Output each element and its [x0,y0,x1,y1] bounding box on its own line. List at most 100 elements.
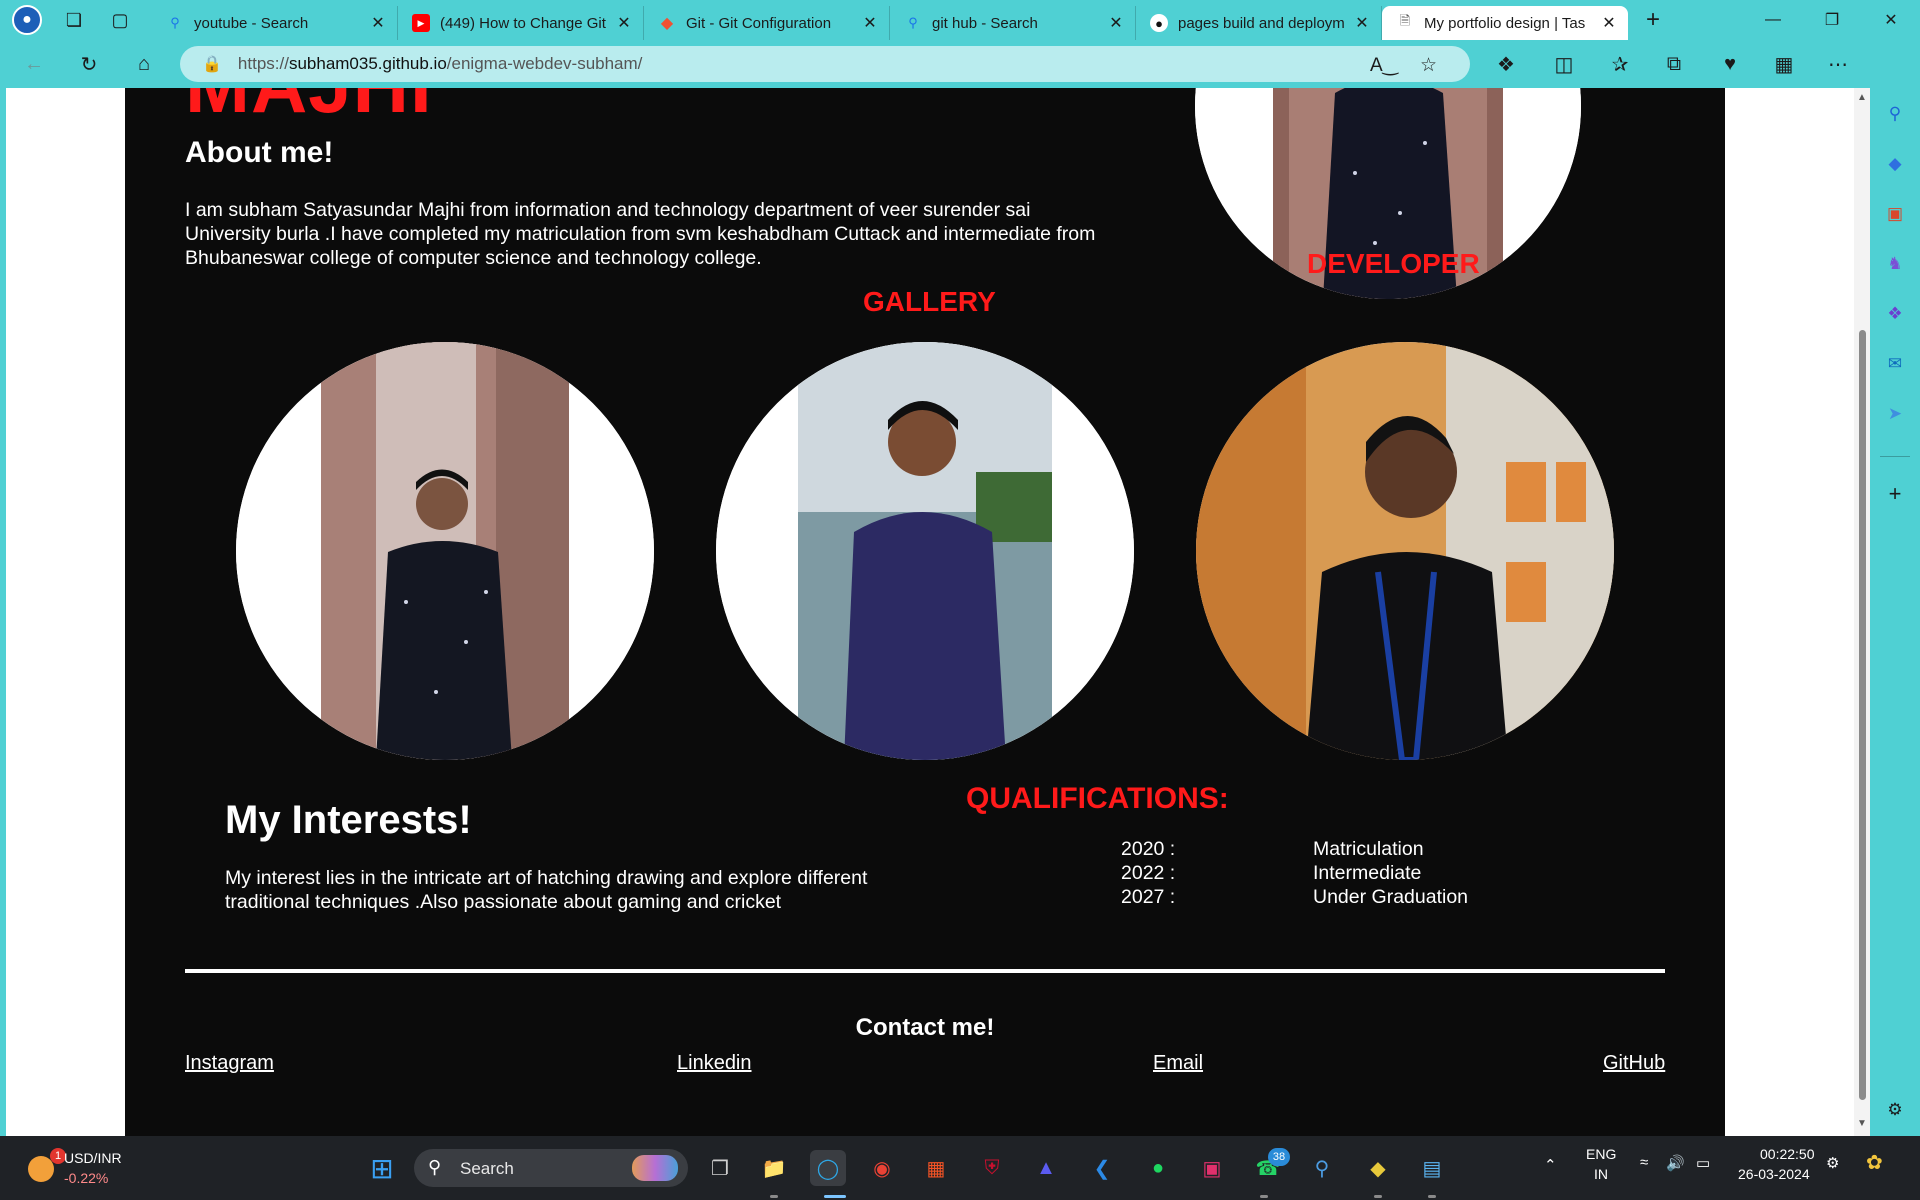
tab-actions-icon[interactable]: ▢ [106,6,134,34]
microsoft-store-icon[interactable]: ▦ [918,1150,954,1186]
task-view-icon[interactable]: ❐ [702,1150,738,1186]
tab-portfolio[interactable]: 🗎 My portfolio design | Tas ✕ [1382,6,1628,40]
outlook-icon[interactable]: ✉ [1883,352,1907,376]
scroll-up-arrow-icon[interactable]: ▲ [1856,92,1868,103]
tools-icon[interactable]: ▣ [1883,202,1907,226]
close-icon[interactable]: ✕ [615,13,633,33]
chevron-up-icon[interactable]: ⌃ [1544,1156,1557,1174]
tab-git-config[interactable]: ◆ Git - Git Configuration ✕ [644,6,890,40]
about-title: About me! [185,136,334,169]
language-line1[interactable]: ENG [1586,1146,1616,1162]
workspaces-icon[interactable]: ❏ [60,6,88,34]
close-icon[interactable]: ✕ [369,13,387,33]
github-link[interactable]: GitHub [1603,1052,1665,1075]
search-app-icon[interactable]: ⚲ [1304,1150,1340,1186]
favorites-icon[interactable]: ✰ [1606,50,1634,78]
vertical-scrollbar[interactable]: ▲ ▼ [1854,88,1870,1136]
games-icon[interactable]: ♞ [1883,252,1907,276]
notification-bell-icon[interactable]: ⚙ [1826,1154,1839,1172]
currency-widget[interactable]: 1 USD/INR -0.22% [22,1146,172,1190]
clock-time[interactable]: 00:22:50 [1760,1146,1815,1162]
navigation-bar: ← ↻ ⌂ 🔒 https://subham035.github.io/enig… [0,40,1920,88]
app-indicator [1374,1195,1382,1198]
battery-icon[interactable]: ▭ [1696,1154,1710,1172]
portfolio-page: MAJHI About me! I am subham Satyasundar … [125,88,1725,1136]
tab-youtube-search[interactable]: ⚲ youtube - Search ✕ [152,6,398,40]
search-icon[interactable]: ⚲ [1883,102,1907,126]
volume-icon[interactable]: 🔊 [1666,1154,1685,1172]
linkedin-link[interactable]: Linkedin [677,1052,752,1075]
copilot-taskbar-icon[interactable]: ✿ [1866,1150,1883,1175]
back-arrow-icon[interactable]: ← [20,50,48,78]
refresh-icon[interactable]: ↻ [75,50,103,78]
instagram-icon[interactable]: ▣ [1194,1150,1230,1186]
close-icon[interactable]: ✕ [1107,13,1125,33]
tab-title: pages build and deploym [1178,14,1345,32]
m-app-icon[interactable]: ▲ [1028,1150,1064,1186]
file-explorer-icon[interactable]: 📁 [756,1150,792,1186]
active-app-indicator [824,1195,846,1198]
clock-date[interactable]: 26-03-2024 [1738,1166,1810,1182]
tab-pages-build[interactable]: ● pages build and deploym ✕ [1136,6,1382,40]
mcafee-icon[interactable]: ⛨ [974,1150,1010,1186]
new-tab-button[interactable]: + [1638,5,1668,35]
address-bar[interactable]: 🔒 https://subham035.github.io/enigma-web… [180,46,1470,82]
qualification-year: 2027 : [1121,886,1176,908]
shopping-icon[interactable]: ◆ [1883,152,1907,176]
search-icon: ⚲ [428,1157,442,1177]
search-highlight-icon [632,1155,678,1181]
language-line2[interactable]: IN [1594,1166,1608,1182]
profile-icon[interactable]: ● [12,5,42,35]
interests-title: My Interests! [225,798,472,842]
collections-icon[interactable]: ⧉ [1660,50,1688,78]
tab-title: Git - Git Configuration [686,14,832,32]
gear-icon[interactable]: ⚙ [1883,1098,1907,1122]
windows-taskbar: 1 USD/INR -0.22% ⊞ ⚲ Search ❐ 📁 ◯ ◉ ▦ ⛨ … [0,1136,1920,1200]
read-aloud-icon[interactable]: A‿ [1370,54,1398,77]
vscode-icon[interactable]: ❮ [1084,1150,1120,1186]
tab-title: (449) How to Change Git [440,14,606,32]
chrome-icon[interactable]: ◉ [864,1150,900,1186]
currency-pair: USD/INR [64,1150,122,1166]
drop-icon[interactable]: ➤ [1883,402,1907,426]
email-link[interactable]: Email [1153,1052,1203,1075]
git-gui-icon[interactable]: ◆ [1360,1150,1396,1186]
apps-icon[interactable]: ▦ [1770,50,1798,78]
add-icon[interactable]: + [1883,481,1907,506]
close-window-button[interactable]: ✕ [1862,0,1920,40]
qualification-level: Intermediate [1313,862,1422,884]
favorite-star-icon[interactable]: ☆ [1420,54,1437,77]
page-icon: 🗎 [1399,13,1411,28]
search-icon: ⚲ [170,15,180,30]
web-page-viewport: MAJHI About me! I am subham Satyasundar … [6,88,1870,1136]
qualification-year: 2020 : [1121,838,1176,860]
more-options-icon[interactable]: ⋯ [1824,50,1852,78]
spotify-icon[interactable]: ● [1140,1150,1176,1186]
wifi-icon[interactable]: ≈ [1640,1154,1648,1171]
tab-title: My portfolio design | Tas [1424,14,1586,32]
windows-start-icon[interactable]: ⊞ [364,1150,400,1186]
browser-essentials-icon[interactable]: ♥ [1716,50,1744,78]
taskbar-search[interactable]: ⚲ Search [414,1149,688,1187]
remote-desktop-icon[interactable]: ▤ [1414,1150,1450,1186]
close-icon[interactable]: ✕ [861,13,879,33]
home-icon[interactable]: ⌂ [130,50,158,78]
scroll-down-arrow-icon[interactable]: ▼ [1856,1118,1868,1129]
app-indicator [770,1195,778,1198]
minimize-button[interactable]: — [1744,0,1802,40]
split-screen-icon[interactable]: ◫ [1550,50,1578,78]
tab-title: youtube - Search [194,14,309,32]
instagram-link[interactable]: Instagram [185,1052,274,1075]
scrollbar-thumb[interactable] [1859,330,1866,1100]
microsoft-365-icon[interactable]: ❖ [1883,302,1907,326]
edge-icon[interactable]: ◯ [810,1150,846,1186]
tab-youtube-video[interactable]: ▶ (449) How to Change Git ✕ [398,6,644,40]
extensions-icon[interactable]: ❖ [1492,50,1520,78]
gallery-photo-3 [1196,342,1614,760]
contact-title: Contact me! [855,1014,995,1041]
restore-button[interactable]: ❐ [1803,0,1861,40]
close-icon[interactable]: ✕ [1353,13,1371,33]
gallery-title: GALLERY [863,286,996,317]
tab-github-search[interactable]: ⚲ git hub - Search ✕ [890,6,1136,40]
close-icon[interactable]: ✕ [1600,13,1618,33]
